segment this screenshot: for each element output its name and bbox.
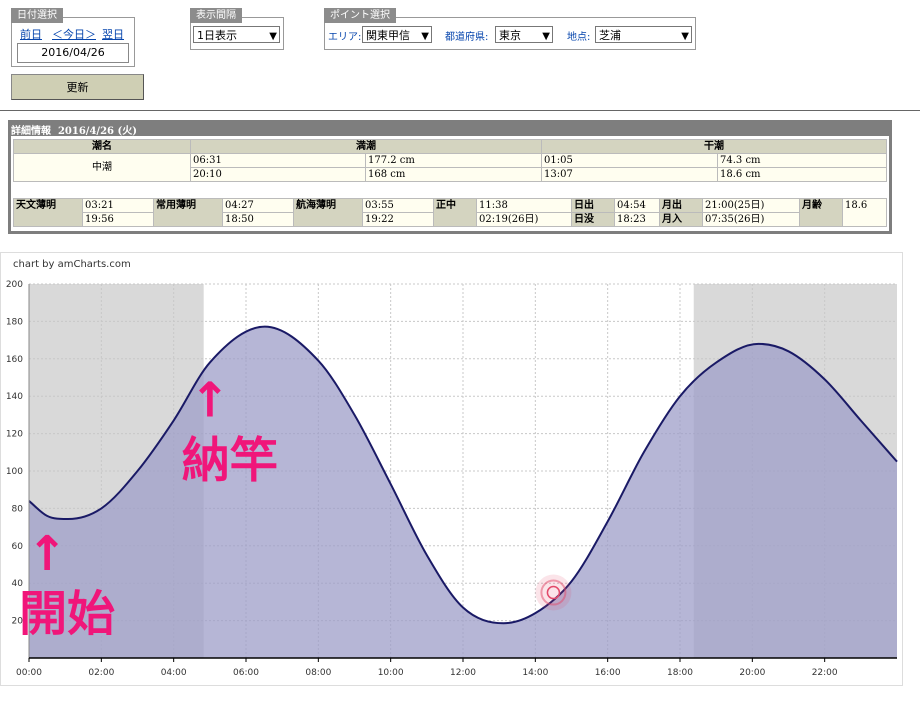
y-tick-label: 100 xyxy=(6,467,23,477)
sunset-time: 18:23 xyxy=(614,212,660,227)
x-tick-label: 18:00 xyxy=(667,668,693,678)
y-tick-label: 160 xyxy=(6,355,23,365)
tide-name-header: 潮名 xyxy=(13,139,191,154)
pref-select[interactable]: 東京 ▼ xyxy=(495,26,553,43)
tide-name: 中潮 xyxy=(13,153,191,182)
chevron-down-icon: ▼ xyxy=(421,31,429,42)
noon-time: 11:38 xyxy=(476,198,572,213)
annotation-arrow: ↑ xyxy=(190,372,230,428)
nautical-end: 19:22 xyxy=(362,212,434,227)
y-tick-label: 120 xyxy=(6,430,23,440)
x-tick-label: 12:00 xyxy=(450,668,476,678)
sunrise-label: 日出 xyxy=(571,198,615,213)
sunrise-time: 04:54 xyxy=(614,198,660,213)
high-header: 満潮 xyxy=(190,139,542,154)
x-tick-label: 16:00 xyxy=(595,668,621,678)
civil-start: 04:27 xyxy=(222,198,294,213)
next-day-link[interactable]: 翌日 xyxy=(102,26,124,42)
spot-label: 地点: xyxy=(567,32,591,43)
area-select-value: 関東甲信 xyxy=(366,29,410,42)
today-link[interactable]: ＜今日＞ xyxy=(52,26,96,42)
pref-label: 都道府県: xyxy=(445,32,489,43)
chevron-down-icon: ▼ xyxy=(542,31,550,42)
area-label: エリア: xyxy=(328,32,362,43)
y-tick-label: 140 xyxy=(6,392,23,402)
noon-label: 正中 xyxy=(433,198,477,227)
chart-credit: chart by amCharts.com xyxy=(13,259,131,270)
point-panel-tab: ポイント選択 xyxy=(324,8,396,23)
high-time: 06:31 xyxy=(190,153,366,168)
x-tick-label: 20:00 xyxy=(739,668,765,678)
spot-select[interactable]: 芝浦 ▼ xyxy=(595,26,692,43)
x-tick-label: 04:00 xyxy=(161,668,187,678)
high-time: 20:10 xyxy=(190,167,366,182)
date-panel: 前日 ＜今日＞ 翌日 2016/04/26 xyxy=(11,17,135,67)
area-select[interactable]: 関東甲信 ▼ xyxy=(362,26,432,43)
pref-select-value: 東京 xyxy=(499,29,521,42)
y-tick-label: 60 xyxy=(12,542,24,552)
high-level: 177.2 cm xyxy=(365,153,542,168)
tide-chart: chart by amCharts.com 204060801001201401… xyxy=(6,259,898,678)
detail-panel: 詳細情報 2016/4/26 (火) 潮名 満潮 干潮 中潮 06:31 177… xyxy=(8,120,892,234)
interval-select[interactable]: 1日表示 ▼ xyxy=(193,26,280,43)
tide-table: 潮名 満潮 干潮 中潮 06:31 177.2 cm 01:05 74.3 cm… xyxy=(13,139,887,182)
x-tick-label: 06:00 xyxy=(233,668,259,678)
x-tick-label: 14:00 xyxy=(522,668,548,678)
y-tick-label: 80 xyxy=(12,504,24,514)
date-panel-tab: 日付選択 xyxy=(11,8,63,23)
civil-end: 18:50 xyxy=(222,212,294,227)
moon-transit: 02:19(26日) xyxy=(476,212,572,227)
low-time: 01:05 xyxy=(541,153,718,168)
moonage-value: 18.6 xyxy=(842,198,887,227)
moonset-label: 月入 xyxy=(659,212,703,227)
date-field[interactable]: 2016/04/26 xyxy=(17,43,129,63)
moonrise-label: 月出 xyxy=(659,198,703,213)
x-tick-label: 08:00 xyxy=(305,668,331,678)
moonage-label: 月齢 xyxy=(799,198,843,227)
x-tick-label: 22:00 xyxy=(812,668,838,678)
moonset-time: 07:35(26日) xyxy=(702,212,800,227)
low-level: 74.3 cm xyxy=(717,153,887,168)
annotation-label: 開始 xyxy=(19,586,115,642)
y-tick-label: 180 xyxy=(6,317,23,327)
nautical-start: 03:55 xyxy=(362,198,434,213)
low-time: 13:07 xyxy=(541,167,718,182)
chevron-down-icon: ▼ xyxy=(681,31,689,42)
x-tick-label: 02:00 xyxy=(88,668,114,678)
update-button[interactable]: 更新 xyxy=(11,74,144,100)
low-level: 18.6 cm xyxy=(717,167,887,182)
astro-end: 19:56 xyxy=(82,212,154,227)
interval-select-value: 1日表示 xyxy=(197,29,237,42)
spot-select-value: 芝浦 xyxy=(599,29,621,42)
astro-label: 天文薄明 xyxy=(13,198,83,227)
moonrise-time: 21:00(25日) xyxy=(702,198,800,213)
sunset-label: 日没 xyxy=(571,212,615,227)
annotation-arrow: ↑ xyxy=(27,526,67,582)
high-level: 168 cm xyxy=(365,167,542,182)
x-tick-label: 00:00 xyxy=(16,668,42,678)
civil-label: 常用薄明 xyxy=(153,198,223,227)
prev-day-link[interactable]: 前日 xyxy=(20,26,42,42)
x-tick-label: 10:00 xyxy=(378,668,404,678)
detail-inner: 潮名 満潮 干潮 中潮 06:31 177.2 cm 01:05 74.3 cm… xyxy=(11,136,889,231)
nautical-label: 航海薄明 xyxy=(293,198,363,227)
divider xyxy=(0,110,920,111)
astro-start: 03:21 xyxy=(82,198,154,213)
interval-panel-tab: 表示間隔 xyxy=(190,8,242,23)
chevron-down-icon: ▼ xyxy=(269,31,277,42)
twilight-table: 天文薄明 03:21 常用薄明 04:27 航海薄明 03:55 正中 11:3… xyxy=(13,198,887,227)
low-header: 干潮 xyxy=(541,139,887,154)
cursor-marker[interactable] xyxy=(535,574,572,611)
y-tick-label: 200 xyxy=(6,280,23,290)
annotation-label: 納竿 xyxy=(182,432,278,488)
detail-title: 詳細情報 2016/4/26 (火) xyxy=(11,122,137,137)
tide-chart-box: chart by amCharts.com 20 40 60 80 100 120 140 1… xyxy=(0,252,903,686)
